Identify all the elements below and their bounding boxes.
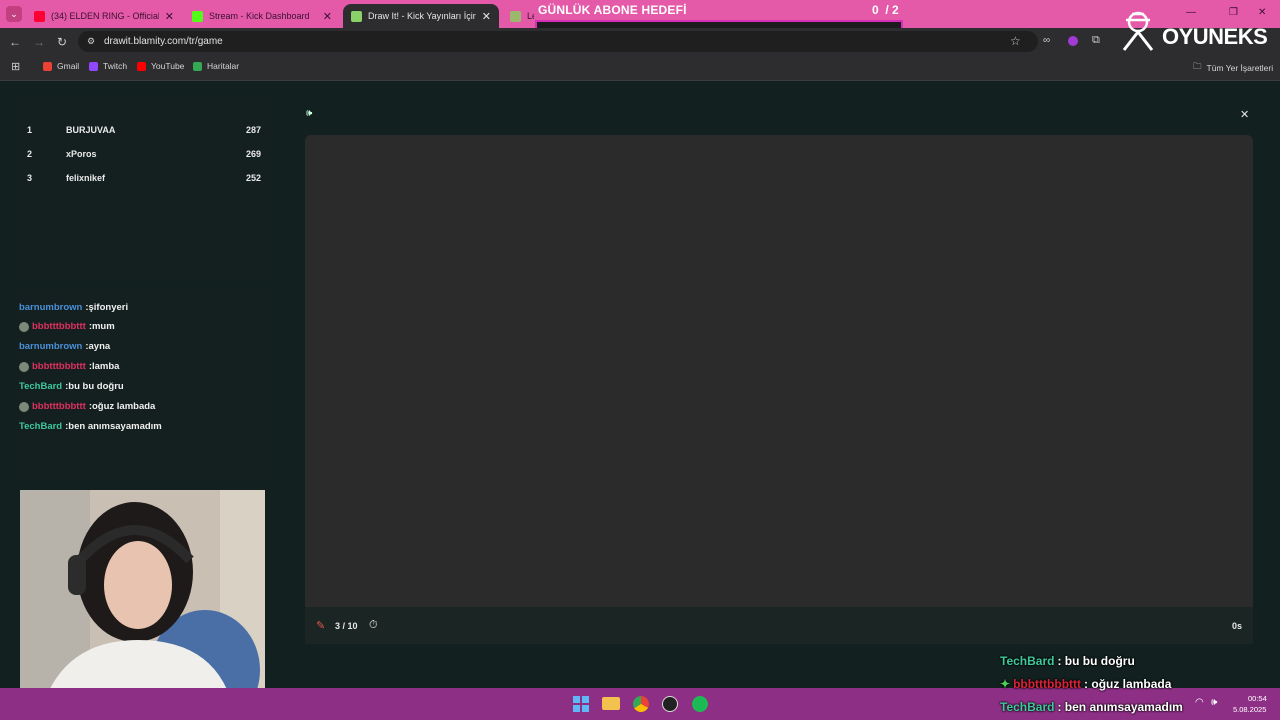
round-counter: 3 / 10 [335,621,358,631]
tab-title: Draw It! - Kick Yayınları İçin Çizi [368,11,476,21]
badge-icon [19,361,29,372]
chat-message: bbbtttbbbttt:oğuz lambada [19,401,155,412]
clock-time: 00:54 [1248,694,1267,703]
drawing-canvas[interactable] [305,135,1253,607]
badge-icon: ✦ [1000,677,1011,691]
reload-icon[interactable]: ↻ [57,35,67,49]
volume-icon[interactable]: 🕪 [1211,697,1217,708]
close-tab-icon[interactable]: ✕ [482,10,491,23]
goal-title: GÜNLÜK ABONE HEDEFİ [538,3,687,17]
tab-kick-dashboard[interactable]: Stream - Kick Dashboard ✕ [184,4,340,28]
overlay-chat-message: ✦ bbbtttbbbttt: oğuz lambada [1000,677,1172,691]
canvas-status-bar [305,607,1253,644]
badge-icon [19,321,29,332]
chat-message: barnumbrown:şifonyeri [19,302,129,313]
badge-icon [19,401,29,412]
file-explorer-icon[interactable] [602,697,620,710]
close-tab-icon[interactable]: ✕ [323,10,332,23]
tab-search-button[interactable]: ⌄ [6,6,22,22]
tab-title: (34) ELDEN RING - Official Gam [51,11,159,21]
forward-icon[interactable]: → [33,35,45,49]
spotify-icon[interactable] [692,696,708,712]
chat-message: bbbtttbbbttt:mum [19,321,115,332]
youtube-favicon-icon [34,10,45,22]
goal-count: 0 / 2 [872,3,899,17]
tab-title: Le [527,11,534,21]
logo-text: OYUNEKS [1162,24,1268,49]
site-settings-icon[interactable]: ⚙ [87,36,95,47]
back-icon[interactable]: ← [9,35,21,49]
puzzle-icon[interactable]: ⧉ [1092,34,1100,47]
windows-start-icon[interactable] [573,696,589,712]
obs-icon[interactable] [662,696,678,712]
leaderboard-row: 1 BURJUVAA 287 [27,125,261,135]
chat-message: TechBard:ben anımsayamadım [19,421,162,432]
timer-value: 0s [1232,621,1243,631]
apps-grid-icon[interactable]: ⊞ [11,60,20,73]
chat-message: barnumbrown:ayna [19,341,111,352]
webcam-feed [20,490,265,715]
leaderboard-row: 3 felixnikef 252 [27,173,261,183]
overlay-chat-message: TechBard: bu bu doğru [1000,654,1135,668]
bookmarks-bar [0,56,1280,81]
close-icon[interactable]: ✕ [1240,108,1249,121]
bookmark-youtube[interactable]: YouTube [137,61,184,71]
favicon-icon [510,10,521,22]
youtube-icon [137,61,146,71]
kick-favicon-icon [192,10,203,22]
clock-date: 5.08.2025 [1233,705,1267,714]
leaderboard-row: 2 xPoros 269 [27,149,261,159]
bookmark-gmail[interactable]: Gmail [43,61,79,71]
tab-title: Stream - Kick Dashboard [209,11,310,21]
wifi-icon[interactable]: ◠ [1195,697,1204,708]
folder-icon: 🗀 [1193,61,1202,71]
bookmark-maps[interactable]: Haritalar [193,61,239,71]
overlay-chat-message: TechBard: ben anımsayamadım [1000,700,1183,714]
url-text[interactable]: drawit.blamity.com/tr/game [104,36,223,47]
bookmark-twitch[interactable]: Twitch [89,61,127,71]
extension-icon[interactable]: ∞ [1043,35,1050,46]
maps-icon [193,61,202,71]
sound-icon[interactable]: 🕪 [306,108,312,119]
timer-icon: ⏱ [369,619,378,631]
all-bookmarks[interactable]: 🗀 Tüm Yer İşaretleri [1193,61,1273,75]
tab-elden-ring[interactable]: (34) ELDEN RING - Official Gam ✕ [26,4,182,28]
gmail-icon [43,61,52,71]
leaderboard-panel: 1 BURJUVAA 287 2 xPoros 269 3 felixnikef… [13,93,277,277]
close-tab-icon[interactable]: ✕ [165,10,174,23]
chat-message: TechBard:bu bu doğru [19,381,124,392]
chat-message: bbbtttbbbttt:lamba [19,361,119,372]
chrome-icon[interactable] [633,696,649,712]
bookmark-star-icon[interactable]: ☆ [1010,34,1021,48]
chat-panel: barnumbrown:şifonyeri bbbtttbbbttt:mum b… [13,290,277,478]
profile-extension-icon[interactable] [1068,36,1078,46]
pencil-icon: ✎ [316,620,326,632]
twitch-icon [89,61,98,71]
pencil-favicon-icon [351,10,362,22]
tab-draw-it[interactable]: Draw It! - Kick Yayınları İçin Çizi ✕ [343,4,499,28]
